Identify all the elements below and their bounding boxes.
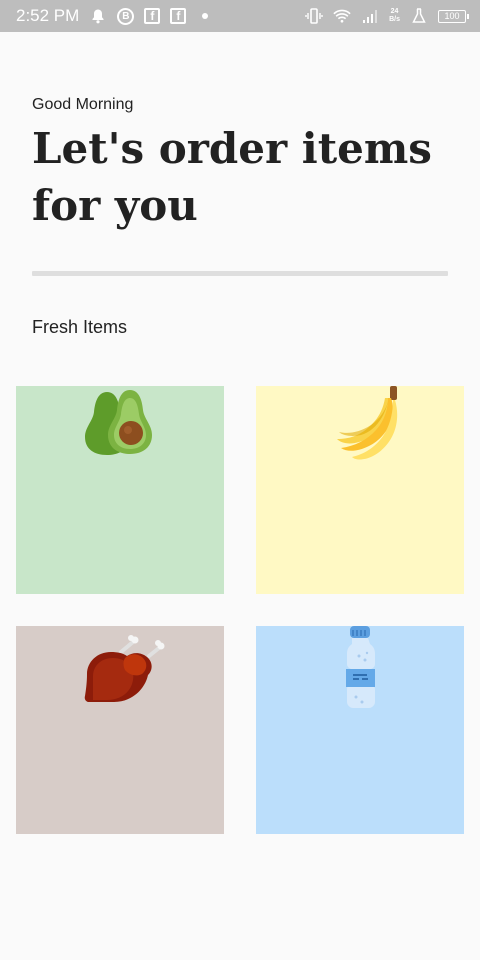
- item-card-banana[interactable]: [256, 386, 464, 594]
- b-circle-icon: B: [117, 7, 135, 25]
- network-speed: 24 B/s: [389, 8, 400, 24]
- section-title: Fresh Items: [32, 317, 128, 337]
- status-time: 2:52 PM: [16, 6, 80, 25]
- divider: [32, 271, 448, 276]
- battery-icon: 100: [438, 9, 469, 23]
- facebook-icon: f: [144, 8, 161, 24]
- item-card-avocado[interactable]: [16, 386, 224, 594]
- network-speed-unit: B/s: [389, 16, 400, 23]
- banana-icon: [337, 386, 398, 460]
- avocado-icon: [85, 390, 152, 455]
- page-title: Let's order items for you: [32, 120, 452, 234]
- vibrate-icon: [305, 7, 323, 25]
- page-title-line2: for you: [32, 181, 198, 230]
- facebook-icon: f: [170, 8, 187, 24]
- chicken-icon: [84, 635, 165, 702]
- status-bar: 2:52 PM B f f 24 B/s 100: [0, 0, 480, 32]
- signal-icon: [361, 7, 379, 25]
- greeting-text: Good Morning: [32, 96, 134, 113]
- page-title-line1: Let's order items: [32, 124, 432, 173]
- dot-icon: [196, 7, 214, 25]
- wifi-icon: [333, 7, 351, 25]
- bell-icon: [89, 7, 107, 25]
- status-right: 24 B/s 100: [305, 7, 469, 25]
- water-bottle-icon: [346, 626, 375, 708]
- item-card-chicken[interactable]: [16, 626, 224, 834]
- status-left: 2:52 PM B f f: [16, 6, 214, 26]
- network-speed-value: 24: [390, 8, 399, 15]
- flask-icon: [410, 7, 428, 25]
- item-card-water[interactable]: [256, 626, 464, 834]
